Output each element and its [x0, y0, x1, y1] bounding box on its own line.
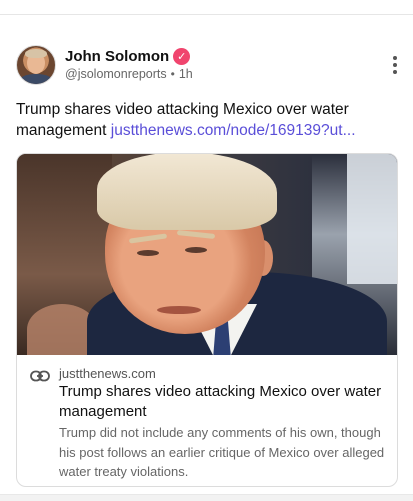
card-domain: justthenews.com	[59, 366, 156, 381]
kebab-dot	[393, 56, 397, 60]
post-text: Trump shares video attacking Mexico over…	[16, 99, 401, 141]
link-icon	[30, 370, 50, 382]
card-description: Trump did not include any comments of hi…	[59, 425, 385, 479]
image-bg-light	[347, 154, 397, 284]
post-time[interactable]: 1h	[179, 67, 193, 81]
image-eye-left	[137, 250, 159, 256]
image-eye-right	[185, 247, 207, 253]
post-header: John Solomon ✓ @jsolomonreports • 1h	[16, 44, 401, 86]
card-title[interactable]: Trump shares video attacking Mexico over…	[59, 382, 389, 422]
top-divider	[0, 0, 413, 15]
more-options-icon[interactable]	[392, 56, 398, 74]
preview-image[interactable]	[17, 154, 397, 355]
image-mouth	[157, 306, 201, 314]
author-name[interactable]: John Solomon	[65, 48, 169, 65]
separator-dot: •	[170, 67, 175, 81]
kebab-dot	[393, 63, 397, 67]
verified-badge-icon: ✓	[173, 47, 191, 65]
link-preview-card[interactable]: justthenews.com Trump shares video attac…	[16, 153, 398, 487]
author-meta: @jsolomonreports • 1h	[65, 67, 193, 81]
author-name-row: John Solomon ✓	[65, 46, 191, 66]
avatar-shirt	[19, 74, 53, 84]
image-hair	[97, 154, 277, 230]
avatar-hair	[25, 49, 47, 58]
post-link[interactable]: justthenews.com/node/169139?ut...	[111, 122, 356, 139]
card-body: justthenews.com Trump shares video attac…	[17, 355, 397, 486]
author-handle[interactable]: @jsolomonreports	[65, 67, 167, 81]
kebab-dot	[393, 70, 397, 74]
avatar[interactable]	[16, 45, 56, 85]
